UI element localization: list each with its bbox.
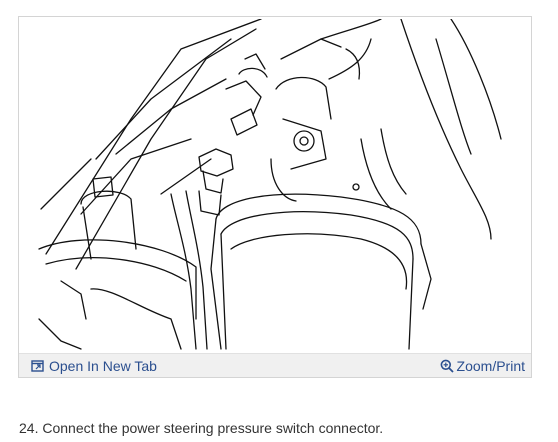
zoom-print-link[interactable]: Zoom/Print (440, 358, 525, 374)
step-instruction: 24. Connect the power steering pressure … (19, 420, 384, 436)
open-in-new-tab-link[interactable]: Open In New Tab (31, 358, 157, 374)
engine-illustration (21, 19, 529, 355)
zoom-icon (440, 359, 454, 373)
zoom-print-label: Zoom/Print (456, 358, 525, 374)
figure-card: Open In New Tab Zoom/Print (18, 16, 532, 378)
open-new-tab-icon (31, 360, 44, 372)
open-in-new-tab-label: Open In New Tab (49, 358, 157, 374)
figure-toolbar: Open In New Tab Zoom/Print (19, 353, 531, 377)
